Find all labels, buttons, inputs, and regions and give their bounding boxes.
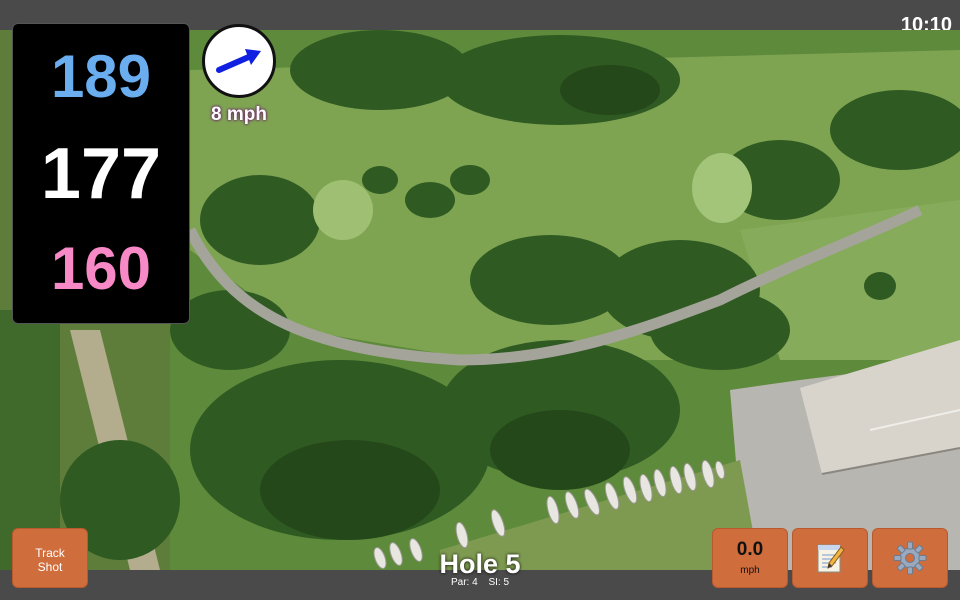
front-distance: 160 [50, 235, 152, 302]
wind-arrow-icon [216, 49, 261, 73]
track-shot-label-2: Shot [37, 560, 63, 574]
gear-icon [893, 541, 927, 575]
back-distance: 189 [50, 43, 152, 110]
track-shot-label-1: Track [35, 546, 65, 560]
speed-value: 0.0 [736, 539, 764, 560]
hole-stroke-index: SI: 5 [488, 577, 510, 588]
settings-button[interactable] [872, 528, 948, 588]
wind-indicator [202, 24, 276, 98]
track-shot-button[interactable]: Track Shot [12, 528, 88, 588]
wind-speed: 8 mph [211, 104, 267, 125]
hole-par: Par: 4 [450, 577, 478, 588]
speed-button[interactable]: 0.0 mph [712, 528, 788, 588]
speed-unit: mph [740, 565, 760, 576]
notepad-icon [817, 544, 845, 573]
notes-button[interactable] [792, 528, 868, 588]
distance-panel: 189 177 160 [12, 23, 190, 324]
hole-title: Hole 5 [439, 549, 521, 579]
hole-info: Par: 4 SI: 5 [420, 577, 540, 588]
middle-distance: 177 [40, 134, 162, 214]
